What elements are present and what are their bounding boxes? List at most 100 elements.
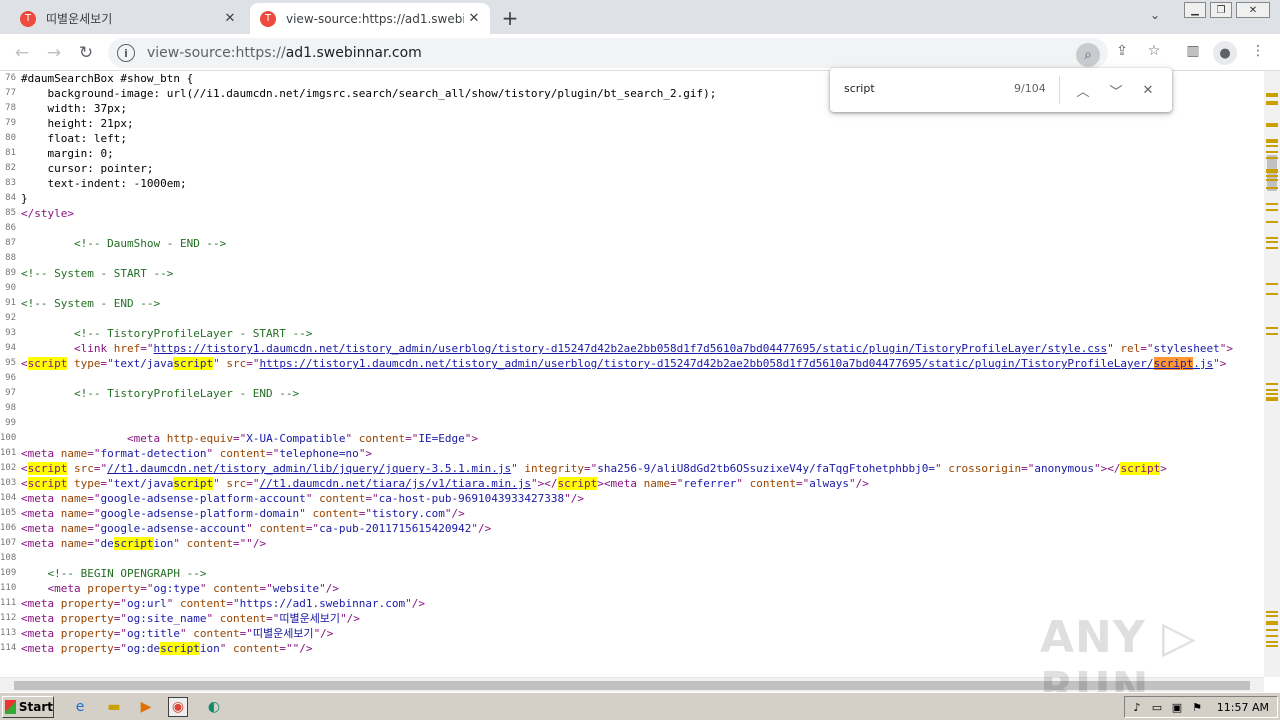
source-line: 97 <!-- TistoryProfileLayer - END --> bbox=[0, 386, 1264, 401]
source-line: 110 <meta property="og:type" content="we… bbox=[0, 581, 1264, 596]
find-match-marker bbox=[1266, 179, 1278, 181]
vertical-scrollbar[interactable] bbox=[1264, 71, 1280, 677]
clock: 11:57 AM bbox=[1216, 700, 1269, 714]
line-code: <meta http-equiv="X-UA-Compatible" conte… bbox=[126, 432, 479, 445]
minimize-icon[interactable]: ▁ bbox=[1184, 2, 1206, 18]
line-number: 98 bbox=[5, 403, 16, 413]
find-match-marker bbox=[1266, 383, 1278, 385]
address-bar[interactable]: i view-source:https://ad1.swebinnar.com … bbox=[108, 38, 1108, 68]
line-number: 83 bbox=[5, 178, 16, 188]
tistory-favicon-icon: T bbox=[20, 10, 36, 27]
plus-icon[interactable]: + bbox=[498, 6, 522, 30]
line-code: <meta name="format-detection" content="t… bbox=[21, 447, 373, 460]
source-line: 107 <meta name="description" content=""/> bbox=[0, 536, 1264, 551]
security-icon[interactable]: ▣ bbox=[1169, 701, 1185, 714]
find-match-marker bbox=[1266, 209, 1278, 211]
source-line: 89 <!-- System - START --> bbox=[0, 266, 1264, 281]
source-line: 84} bbox=[0, 191, 1264, 206]
line-number: 96 bbox=[5, 373, 16, 383]
find-match-count: 9/104 bbox=[1014, 82, 1046, 95]
chrome-icon[interactable]: ◉ bbox=[168, 697, 188, 717]
line-number: 91 bbox=[5, 298, 16, 308]
reload-icon[interactable]: ↻ bbox=[72, 39, 100, 67]
line-number: 107 bbox=[0, 538, 17, 548]
find-match-marker bbox=[1266, 141, 1278, 143]
line-number: 112 bbox=[0, 613, 17, 623]
find-input[interactable]: script bbox=[844, 82, 875, 95]
line-code: <!-- TistoryProfileLayer - END --> bbox=[73, 387, 300, 400]
folder-icon[interactable]: ▬ bbox=[104, 697, 124, 717]
line-number: 104 bbox=[0, 493, 17, 503]
find-match-marker bbox=[1266, 151, 1278, 153]
find-match-marker bbox=[1266, 103, 1278, 105]
divider bbox=[1059, 76, 1060, 104]
line-number: 81 bbox=[5, 148, 16, 158]
restore-icon[interactable]: ❐ bbox=[1210, 2, 1232, 18]
source-line: 99 bbox=[0, 416, 1264, 431]
source-line: 103 <script type="text/javascript" src="/… bbox=[0, 476, 1264, 491]
line-number: 97 bbox=[5, 388, 16, 398]
arrow-left-icon[interactable]: ← bbox=[8, 39, 36, 67]
kebab-menu-icon[interactable]: ⋮ bbox=[1246, 39, 1270, 63]
line-code: <meta name="google-adsense-platform-acco… bbox=[21, 492, 584, 505]
source-line: 88 bbox=[0, 251, 1264, 266]
line-number: 93 bbox=[5, 328, 16, 338]
source-line: 101 <meta name="format-detection" content… bbox=[0, 446, 1264, 461]
line-number: 108 bbox=[0, 553, 17, 563]
source-line: 106 <meta name="google-adsense-account" c… bbox=[0, 521, 1264, 536]
info-icon[interactable]: i bbox=[117, 44, 135, 62]
media-player-icon[interactable]: ▶ bbox=[136, 697, 156, 717]
side-panel-icon[interactable]: ▥ bbox=[1181, 39, 1205, 63]
source-line: 93 <!-- TistoryProfileLayer - START --> bbox=[0, 326, 1264, 341]
volume-icon[interactable]: ♪ bbox=[1129, 701, 1145, 714]
source-line: 90 bbox=[0, 281, 1264, 296]
close-icon[interactable]: ✕ bbox=[220, 9, 240, 29]
ie-icon[interactable]: e bbox=[70, 697, 90, 717]
find-match-marker bbox=[1266, 241, 1278, 243]
chevron-down-icon[interactable]: ⌄ bbox=[1150, 8, 1160, 22]
star-icon[interactable]: ☆ bbox=[1142, 39, 1166, 63]
close-icon[interactable]: ✕ bbox=[1136, 78, 1160, 102]
arrow-right-icon[interactable]: → bbox=[40, 39, 68, 67]
find-in-page-icon[interactable]: ⌕ bbox=[1076, 43, 1100, 67]
network-icon[interactable]: ▭ bbox=[1149, 701, 1165, 714]
browser-toolbar: ← → ↻ i view-source:https://ad1.swebinna… bbox=[0, 34, 1280, 71]
share-icon[interactable]: ⇪ bbox=[1110, 39, 1134, 63]
line-code: <meta property="og:url" content="https:/… bbox=[21, 597, 426, 610]
line-number: 78 bbox=[5, 103, 16, 113]
source-view: 76 #daumSearchBox #show_btn {77 backgroun… bbox=[0, 71, 1264, 677]
line-code: cursor: pointer; bbox=[21, 162, 154, 175]
profile-icon[interactable]: ● bbox=[1213, 41, 1237, 65]
line-number: 89 bbox=[5, 268, 16, 278]
scrollbar-thumb[interactable] bbox=[1267, 155, 1277, 191]
line-number: 86 bbox=[5, 223, 16, 233]
flag-icon[interactable]: ⚑ bbox=[1189, 701, 1205, 714]
line-code: <meta property="og:type" content="websit… bbox=[47, 582, 339, 595]
source-line: 79 height: 21px; bbox=[0, 116, 1264, 131]
source-line: 109 <!-- BEGIN OPENGRAPH --> bbox=[0, 566, 1264, 581]
source-line: 105 <meta name="google-adsense-platform-d… bbox=[0, 506, 1264, 521]
tab-strip: T 띠별운세보기 ✕ T view-source:https://ad1.swe… bbox=[0, 0, 1280, 34]
source-line: 86 bbox=[0, 221, 1264, 236]
chevron-up-icon[interactable]: ︿ bbox=[1071, 78, 1095, 102]
address-url[interactable]: view-source:https://ad1.swebinnar.com bbox=[147, 45, 422, 61]
close-icon[interactable]: ✕ bbox=[464, 9, 484, 29]
line-code: margin: 0; bbox=[21, 147, 114, 160]
line-number: 77 bbox=[5, 88, 16, 98]
line-number: 82 bbox=[5, 163, 16, 173]
source-line: 87 <!-- DaumShow - END --> bbox=[0, 236, 1264, 251]
start-button[interactable]: Start bbox=[2, 696, 54, 718]
line-number: 103 bbox=[0, 478, 17, 488]
source-line: 82 cursor: pointer; bbox=[0, 161, 1264, 176]
line-number: 79 bbox=[5, 118, 16, 128]
close-window-icon[interactable]: ✕ bbox=[1236, 2, 1270, 18]
tab-view-source[interactable]: T view-source:https://ad1.swebinnar.com … bbox=[250, 3, 490, 34]
chevron-down-icon[interactable]: ﹀ bbox=[1104, 78, 1128, 102]
tab-fortune[interactable]: T 띠별운세보기 ✕ bbox=[10, 3, 246, 34]
tab-title: view-source:https://ad1.swebinnar.com bbox=[286, 11, 464, 26]
line-number: 100 bbox=[0, 433, 17, 443]
edge-icon[interactable]: ◐ bbox=[204, 697, 224, 717]
